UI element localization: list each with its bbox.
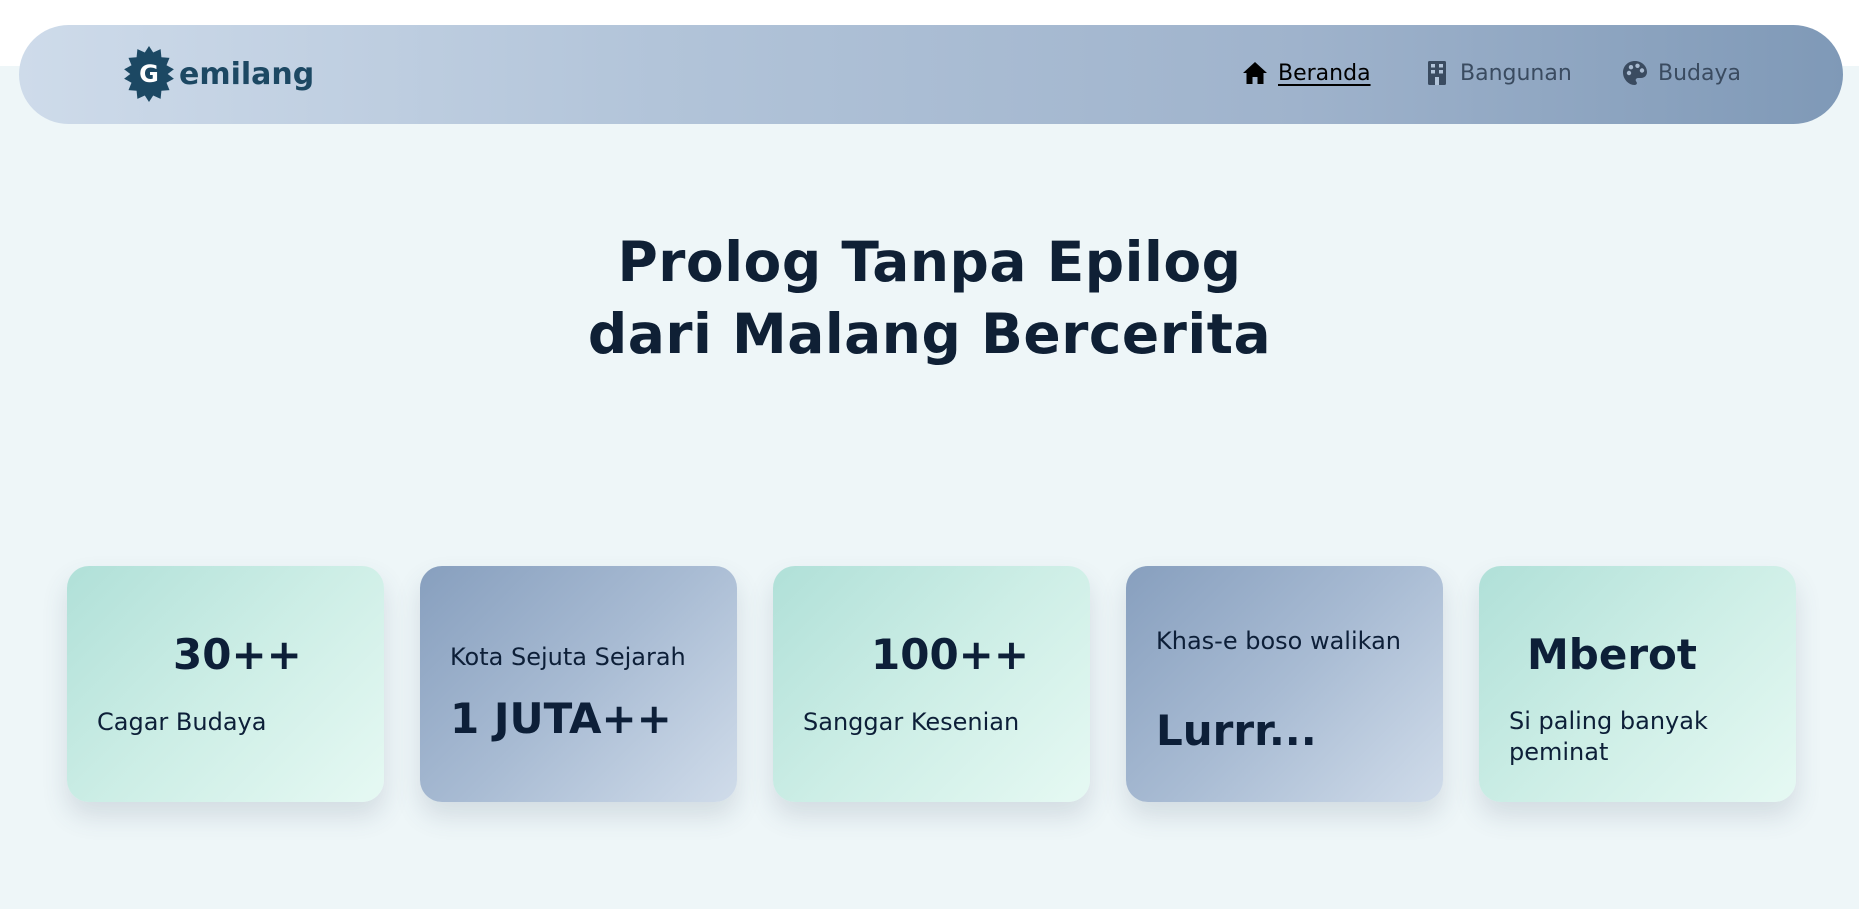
stat-card-value: Mberot xyxy=(1527,630,1697,679)
nav-label-beranda: Beranda xyxy=(1278,60,1371,86)
stat-card-sanggar-kesenian: 100++ Sanggar Kesenian xyxy=(773,566,1090,802)
logo-letter: G xyxy=(139,60,159,88)
stat-card-label: Kota Sejuta Sejarah xyxy=(450,643,686,671)
stat-card-boso-walikan: Khas-e boso walikan Lurrr... xyxy=(1126,566,1443,802)
stat-card-label: Sanggar Kesenian xyxy=(803,708,1020,736)
nav-item-budaya[interactable]: Budaya xyxy=(1622,60,1741,86)
stat-card-kota-sejarah: Kota Sejuta Sejarah 1 JUTA++ xyxy=(420,566,737,802)
stat-card-mberot: Mberot Si paling banyak peminat xyxy=(1479,566,1796,802)
brand-logo[interactable]: G emilang xyxy=(121,45,314,103)
hero-title-line-1: Prolog Tanpa Epilog xyxy=(617,230,1242,294)
palette-icon xyxy=(1622,60,1648,86)
stat-card-label: Si paling banyak peminat xyxy=(1509,707,1708,766)
nav-item-bangunan[interactable]: Bangunan xyxy=(1424,60,1572,86)
hero-section: Prolog Tanpa Epilog dari Malang Bercerit… xyxy=(0,226,1859,370)
nav-label-bangunan: Bangunan xyxy=(1460,60,1572,86)
logo-badge-icon: G xyxy=(121,46,177,102)
brand-name: emilang xyxy=(179,56,315,92)
building-icon xyxy=(1424,60,1450,86)
stat-card-value: 30++ xyxy=(173,630,302,679)
nav-label-budaya: Budaya xyxy=(1658,60,1741,86)
stat-card-cagar-budaya: 30++ Cagar Budaya xyxy=(67,566,384,802)
stat-card-label: Cagar Budaya xyxy=(97,708,267,736)
stat-card-label: Khas-e boso walikan xyxy=(1156,627,1402,655)
nav-item-beranda[interactable]: Beranda xyxy=(1242,60,1371,86)
stat-card-value: 100++ xyxy=(871,630,1030,679)
stat-card-value: 1 JUTA++ xyxy=(450,694,672,743)
navbar: G emilang Beranda Bangunan Budaya xyxy=(19,25,1843,124)
stat-card-value: Lurrr... xyxy=(1156,706,1317,755)
home-icon xyxy=(1242,60,1268,86)
hero-title-line-2: dari Malang Bercerita xyxy=(587,302,1272,366)
